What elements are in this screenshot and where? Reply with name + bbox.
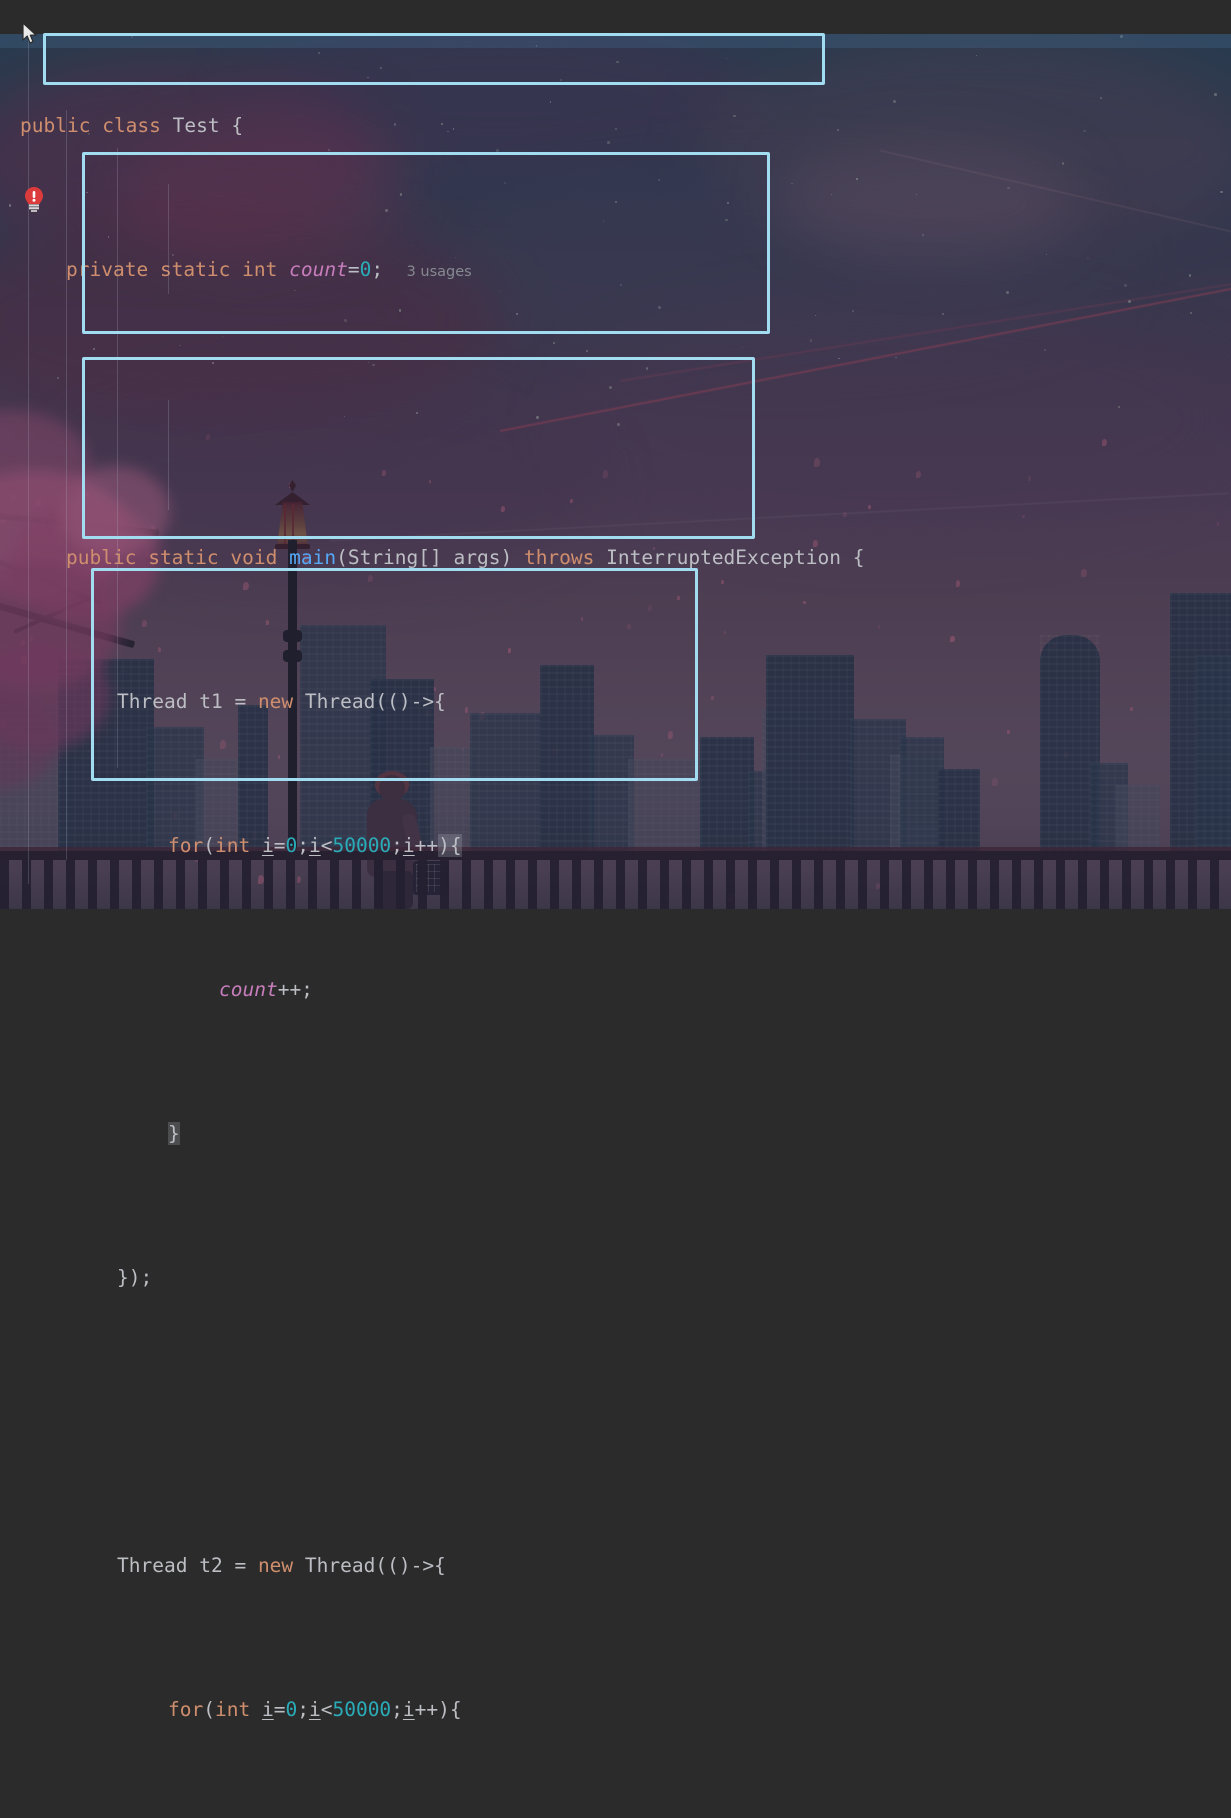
token-increment: ++; bbox=[277, 978, 313, 1001]
token-keyword: void bbox=[230, 546, 278, 569]
mouse-arrow-cursor bbox=[22, 22, 38, 46]
error-lightbulb-icon[interactable] bbox=[24, 186, 44, 212]
token-local-var-i: i bbox=[402, 834, 415, 857]
code-line[interactable]: public class Test { bbox=[0, 108, 1231, 144]
thread-t2-box[interactable] bbox=[82, 357, 755, 539]
token-close-brace: ){ bbox=[438, 1698, 462, 1721]
token-field-count: count bbox=[219, 978, 278, 1001]
token-operator: = bbox=[273, 834, 286, 857]
token-keyword-int: int bbox=[214, 1698, 251, 1721]
token-brace-match: ){ bbox=[438, 834, 462, 857]
token-brace: { bbox=[852, 546, 865, 569]
token-lambda-close: }); bbox=[117, 1266, 153, 1289]
token-keyword-int: int bbox=[214, 834, 251, 857]
token-keyword-for: for bbox=[168, 1698, 204, 1721]
start-join-box[interactable] bbox=[91, 568, 698, 781]
token-keyword: class bbox=[102, 114, 161, 137]
code-line[interactable]: for(int i=0;i<50000;i++){ bbox=[0, 1692, 1231, 1728]
token-semicolon: ; bbox=[297, 1698, 309, 1721]
token-operator: = bbox=[273, 1698, 286, 1721]
token-semicolon: ; bbox=[391, 834, 403, 857]
token-increment: ++ bbox=[414, 1698, 439, 1721]
token-increment: ++ bbox=[414, 834, 439, 857]
token-operator: < bbox=[320, 1698, 333, 1721]
token-paren: ( bbox=[203, 1698, 215, 1721]
code-editor[interactable]: public class Test { private static int c… bbox=[0, 0, 1231, 1721]
token-type-thread: Thread bbox=[117, 1554, 188, 1577]
token-local-var-i: i bbox=[402, 1698, 415, 1721]
token-keyword: public bbox=[20, 114, 91, 137]
code-line[interactable]: for(int i=0;i<50000;i++){ bbox=[0, 828, 1231, 864]
token-keyword-for: for bbox=[168, 834, 204, 857]
indent-guide bbox=[66, 110, 67, 860]
token-keyword-new: new bbox=[257, 1554, 294, 1577]
code-line[interactable]: count++; bbox=[0, 972, 1231, 1008]
code-line-blank[interactable] bbox=[0, 1404, 1231, 1440]
token-local-var-i: i bbox=[308, 834, 321, 857]
token-number-limit: 50000 bbox=[332, 834, 392, 857]
token-local-var-i: i bbox=[261, 834, 274, 857]
token-keyword: public bbox=[66, 546, 137, 569]
token-keyword: static bbox=[148, 546, 219, 569]
indent-guide bbox=[28, 34, 29, 884]
token-lambda-ctor: Thread(()->{ bbox=[304, 1554, 446, 1577]
token-local-var-i: i bbox=[261, 1698, 274, 1721]
token-operator: = bbox=[234, 1554, 247, 1577]
token-method-main: main bbox=[289, 546, 337, 569]
code-line[interactable]: }); bbox=[0, 1260, 1231, 1296]
thread-t1-box[interactable] bbox=[82, 152, 770, 334]
token-params: (String[] args) bbox=[336, 546, 513, 569]
token-semicolon: ; bbox=[391, 1698, 403, 1721]
token-number: 0 bbox=[285, 1698, 298, 1721]
field-declaration-box[interactable] bbox=[43, 33, 825, 85]
token-semicolon: ; bbox=[297, 834, 309, 857]
code-line[interactable]: } bbox=[0, 1116, 1231, 1152]
token-operator: < bbox=[320, 834, 333, 857]
token-number-limit: 50000 bbox=[332, 1698, 392, 1721]
token-class-name: Test bbox=[172, 114, 220, 137]
token-var-t2: t2 bbox=[199, 1554, 223, 1577]
token-local-var-i: i bbox=[308, 1698, 321, 1721]
token-brace-match: } bbox=[168, 1122, 180, 1145]
token-paren: ( bbox=[203, 834, 215, 857]
token-keyword-throws: throws bbox=[523, 546, 595, 569]
token-brace: { bbox=[231, 114, 244, 137]
token-exception-type: InterruptedException bbox=[606, 546, 841, 569]
token-number: 0 bbox=[285, 834, 298, 857]
code-line[interactable]: Thread t2 = new Thread(()->{ bbox=[0, 1548, 1231, 1584]
